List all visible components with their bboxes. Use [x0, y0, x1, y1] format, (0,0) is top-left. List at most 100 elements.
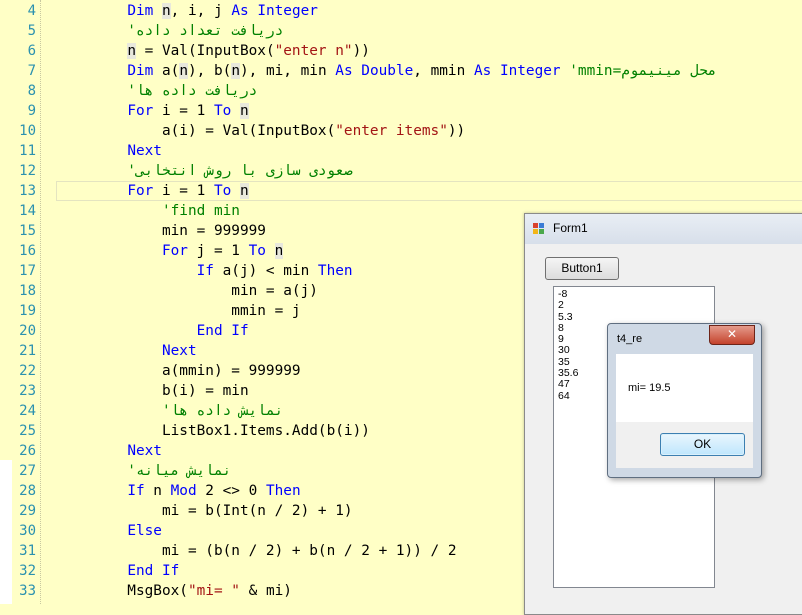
- list-item[interactable]: 2: [554, 299, 714, 311]
- line-number: 6: [27, 43, 36, 59]
- code-text: ), b(: [187, 63, 232, 79]
- code-line[interactable]: Next: [58, 341, 197, 361]
- code-string: "mi= ": [187, 583, 240, 599]
- line-number: 22: [19, 363, 36, 379]
- editor-margin-strip: [0, 460, 12, 604]
- code-text: = Val(InputBox(: [135, 43, 275, 59]
- code-line[interactable]: End If: [58, 561, 179, 581]
- code-comment: 'دریافت تعداد داده: [58, 23, 284, 39]
- code-highlighted-symbol: n: [231, 63, 240, 79]
- code-comment: 'دریافت داده ها: [58, 83, 258, 99]
- code-text: b(i) = min: [58, 383, 249, 399]
- msgbox-footer: OK: [616, 422, 753, 468]
- code-line[interactable]: 'صعودی سازی با روش انتخابی: [58, 161, 353, 181]
- code-keyword: Integer: [499, 63, 561, 79]
- code-line[interactable]: For i = 1 To n: [58, 101, 249, 121]
- line-number: 20: [19, 323, 36, 339]
- code-comment: 'صعودی سازی با روش انتخابی: [58, 163, 353, 179]
- code-line[interactable]: For i = 1 To n: [58, 181, 249, 201]
- code-line[interactable]: mi = b(Int(n / 2) + 1): [58, 501, 353, 521]
- code-highlighted-symbol: n: [239, 103, 249, 119]
- code-line[interactable]: Dim a(n), b(n), mi, min As Double, mmin …: [58, 61, 717, 81]
- code-text: a(mmin) = 999999: [58, 363, 301, 379]
- code-comment: 'نمایش میانه: [58, 463, 232, 479]
- code-line[interactable]: 'دریافت تعداد داده: [58, 21, 283, 41]
- code-line[interactable]: mi = (b(n / 2) + b(n / 2 + 1)) / 2: [58, 541, 457, 561]
- code-line[interactable]: End If: [58, 321, 249, 341]
- line-number: 5: [27, 23, 36, 39]
- code-keyword: End If: [196, 323, 249, 339]
- code-keyword: End If: [127, 563, 180, 579]
- code-line[interactable]: If a(j) < min Then: [58, 261, 353, 281]
- line-number: 17: [19, 263, 36, 279]
- code-keyword: Then: [265, 483, 301, 499]
- msgbox-dialog[interactable]: t4_re ✕ mi= 19.5 OK: [607, 323, 762, 478]
- code-text: a(j) < min: [213, 263, 318, 279]
- code-text: mi = b(Int(n / 2) + 1): [58, 503, 353, 519]
- code-text: a(i) = Val(InputBox(: [58, 123, 336, 139]
- line-number: 11: [19, 143, 36, 159]
- form1-title: Form1: [553, 221, 588, 235]
- code-line[interactable]: 'دریافت داده ها: [58, 81, 257, 101]
- code-line[interactable]: Next: [58, 141, 162, 161]
- code-highlighted-symbol: n: [239, 183, 249, 199]
- line-number: 8: [27, 83, 36, 99]
- code-line[interactable]: ListBox1.Items.Add(b(i)): [58, 421, 370, 441]
- code-line[interactable]: Dim n, i, j As Integer: [58, 1, 318, 21]
- close-icon[interactable]: ✕: [709, 325, 755, 345]
- list-item[interactable]: -8: [554, 288, 714, 300]
- code-line[interactable]: Else: [58, 521, 162, 541]
- msgbox-message: mi= 19.5: [628, 382, 671, 394]
- code-text: 2 <> 0: [196, 483, 266, 499]
- button1[interactable]: Button1: [545, 257, 619, 280]
- code-line[interactable]: 'نمایش داده ها: [58, 401, 283, 421]
- code-line[interactable]: b(i) = min: [58, 381, 249, 401]
- code-string: "enter n": [274, 43, 353, 59]
- msgbox-body: mi= 19.5: [616, 354, 753, 422]
- line-number: 7: [27, 63, 36, 79]
- code-line[interactable]: n = Val(InputBox("enter n")): [58, 41, 370, 61]
- code-text: min = a(j): [58, 283, 318, 299]
- code-line[interactable]: If n Mod 2 <> 0 Then: [58, 481, 301, 501]
- code-text: j = 1: [187, 243, 249, 259]
- line-number: 16: [19, 243, 36, 259]
- code-keyword: For: [127, 103, 154, 119]
- line-number: 13: [19, 183, 36, 199]
- code-line[interactable]: min = a(j): [58, 281, 318, 301]
- code-text: & mi): [239, 583, 292, 599]
- form1-titlebar[interactable]: Form1: [525, 214, 802, 244]
- code-line[interactable]: 'نمایش میانه: [58, 461, 231, 481]
- code-line[interactable]: MsgBox("mi= " & mi): [58, 581, 292, 601]
- code-keyword: Double: [361, 63, 414, 79]
- code-text: )): [447, 123, 466, 139]
- code-line[interactable]: Next: [58, 441, 162, 461]
- code-line[interactable]: mmin = j: [58, 301, 300, 321]
- code-keyword: If: [127, 483, 145, 499]
- line-number: 18: [19, 283, 36, 299]
- code-keyword: Next: [127, 143, 162, 159]
- code-keyword: Then: [317, 263, 353, 279]
- list-item[interactable]: 5.3: [554, 311, 714, 323]
- code-line[interactable]: min = 999999: [58, 221, 266, 241]
- line-number: 15: [19, 223, 36, 239]
- code-highlighted-symbol: n: [127, 43, 136, 59]
- code-line[interactable]: 'find min: [58, 201, 240, 221]
- code-highlighted-symbol: n: [179, 63, 188, 79]
- code-line[interactable]: For j = 1 To n: [58, 241, 284, 261]
- gutter-separator: [40, 0, 42, 604]
- ok-button[interactable]: OK: [660, 433, 745, 456]
- code-line[interactable]: a(mmin) = 999999: [58, 361, 301, 381]
- code-keyword: Next: [127, 443, 162, 459]
- code-line[interactable]: a(i) = Val(InputBox("enter items")): [58, 121, 465, 141]
